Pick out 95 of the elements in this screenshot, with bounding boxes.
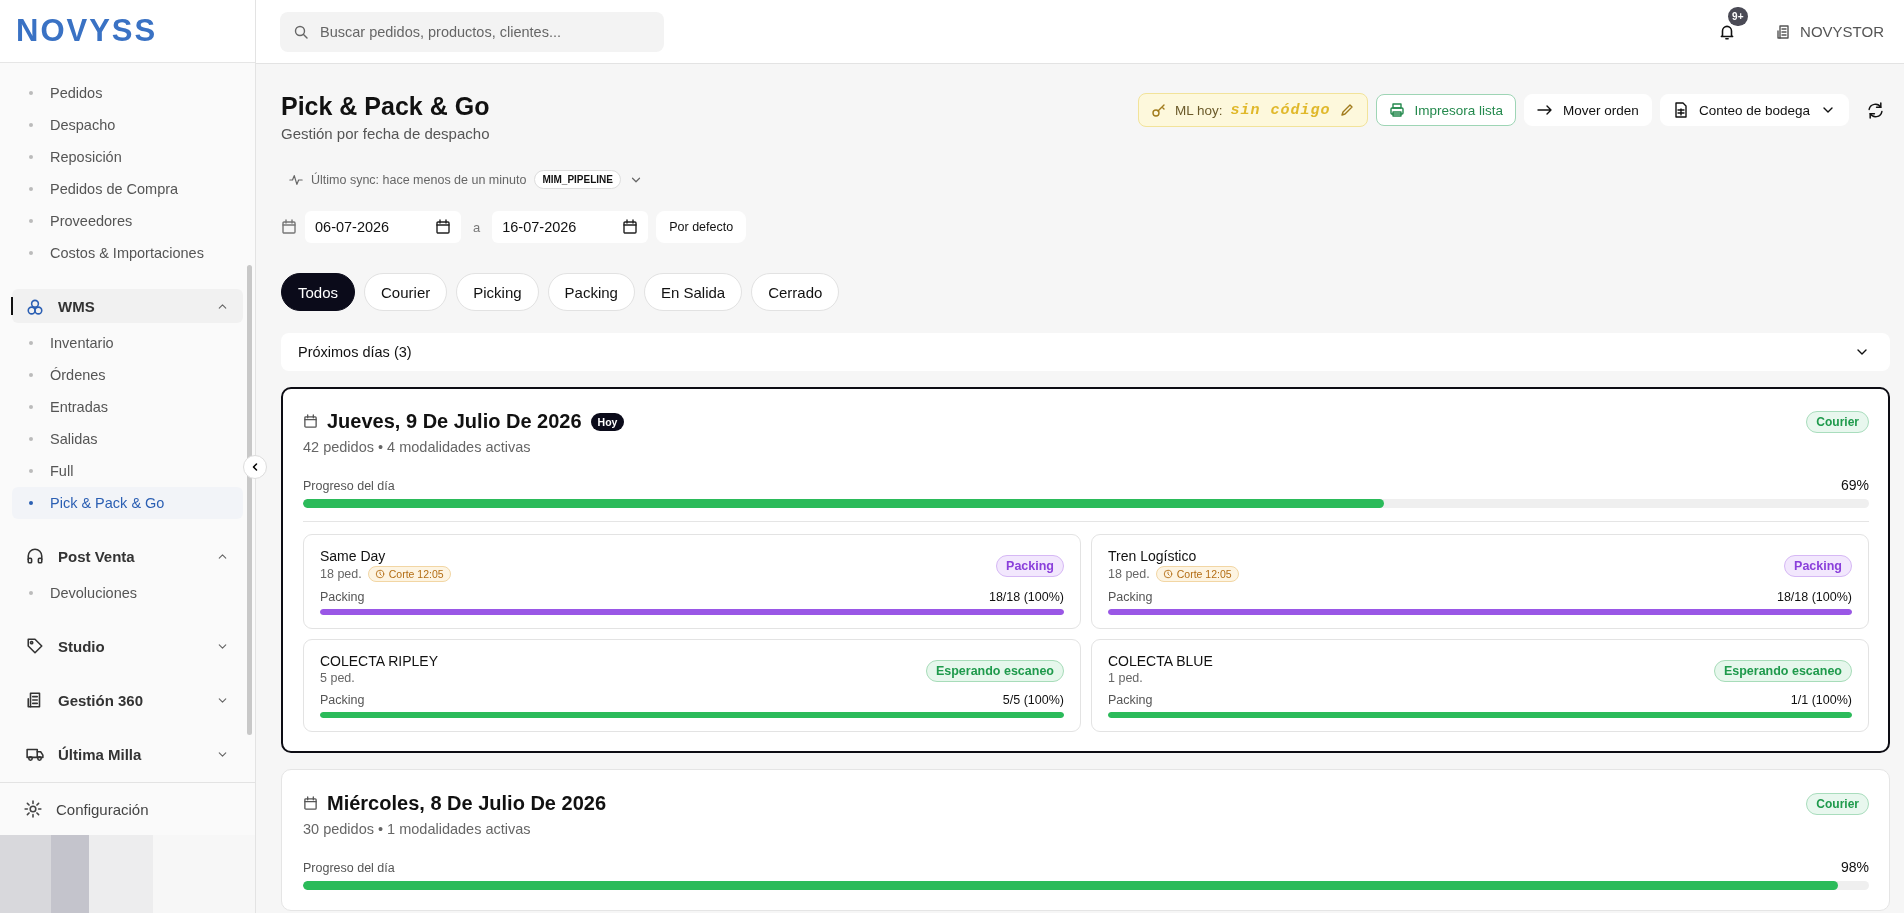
stage-count: 18/18 (100%): [1776, 590, 1852, 604]
settings-icon: [24, 800, 42, 818]
status-badge: Esperando escaneo: [1713, 660, 1852, 682]
progress-percent: 98%: [1840, 859, 1869, 875]
default-button[interactable]: Por defecto: [656, 211, 747, 243]
modality-name: COLECTA RIPLEY: [320, 653, 438, 669]
date-separator: a: [473, 219, 481, 235]
sidebar-item[interactable]: Despacho: [12, 109, 243, 141]
clock-icon: [374, 569, 385, 579]
ml-code-value: sin código: [1230, 101, 1331, 119]
date-from-field[interactable]: 06-07-2026: [305, 211, 461, 243]
collapse-button[interactable]: [243, 455, 267, 479]
notification-badge: 9+: [1728, 6, 1748, 26]
stage-label: Packing: [1108, 590, 1153, 604]
stage-label: Packing: [320, 590, 365, 604]
ml-code-button[interactable]: ML hoy: sin código: [1138, 93, 1368, 127]
sync-status: Último sync: hace menos de un minuto: [311, 172, 527, 187]
modality-name: COLECTA BLUE: [1108, 653, 1213, 669]
search-icon: [293, 23, 309, 40]
courier-badge: Courier: [1806, 792, 1869, 815]
sidebar-group[interactable]: Última Milla: [12, 737, 243, 771]
day-title: Jueves, 9 De Julio De 2026: [327, 410, 582, 433]
status-badge: Packing: [996, 555, 1064, 577]
printer-button[interactable]: Impresora lista: [1375, 94, 1517, 126]
cutoff-badge: Corte 12:05: [1155, 566, 1239, 582]
calendar-icon: [303, 414, 318, 429]
document-icon: [1672, 102, 1689, 118]
printer-icon: [1388, 102, 1405, 118]
progress-label: Progreso del día: [303, 861, 395, 875]
account-button[interactable]: NOVYSTOR: [1776, 23, 1884, 40]
order-count: 18 ped.: [1108, 567, 1150, 581]
warehouse-count-dropdown[interactable]: Conteo de bodega: [1659, 94, 1849, 126]
stage-count: 5/5 (100%): [1002, 693, 1064, 707]
day-title: Miércoles, 8 De Julio De 2026: [327, 792, 607, 815]
sidebar-item[interactable]: Pedidos: [12, 77, 243, 109]
cutoff-badge: Corte 12:05: [367, 566, 451, 582]
progress-label: Progreso del día: [303, 479, 395, 493]
calendar-icon: [622, 219, 639, 235]
pipeline-tag: MIM_PIPELINE: [534, 170, 621, 189]
filter-chip[interactable]: En Salida: [643, 273, 743, 311]
filter-chip[interactable]: Courier: [364, 273, 448, 311]
calendar-icon: [303, 796, 318, 811]
upcoming-days-toggle[interactable]: Próximos días (3): [281, 333, 1890, 371]
order-count: 1 ped.: [1108, 671, 1143, 685]
move-order-button[interactable]: Mover orden: [1524, 94, 1652, 126]
order-count: 18 ped.: [320, 567, 362, 581]
ml-label: ML hoy:: [1175, 102, 1223, 118]
sidebar-item[interactable]: Pick & Pack & Go: [12, 487, 243, 519]
sidebar-item[interactable]: Devoluciones: [12, 577, 243, 609]
sidebar-item[interactable]: Pedidos de Compra: [12, 173, 243, 205]
stage-label: Packing: [320, 693, 365, 707]
day-summary: 30 pedidos • 1 modalidades activas: [303, 821, 532, 837]
modality-name: Tren Logístico: [1108, 548, 1198, 564]
modality-name: Same Day: [320, 548, 387, 564]
pencil-icon: [1338, 102, 1355, 118]
sidebar-item[interactable]: Órdenes: [12, 359, 243, 391]
sidebar-group[interactable]: Studio: [12, 629, 243, 663]
stage-count: 1/1 (100%): [1790, 693, 1852, 707]
filter-chip[interactable]: Packing: [547, 273, 635, 311]
headphones-icon: [26, 547, 44, 565]
calendar-icon: [281, 219, 297, 235]
status-badge: Packing: [1784, 555, 1852, 577]
sidebar-item[interactable]: Full: [12, 455, 243, 487]
sidebar-item[interactable]: Salidas: [12, 423, 243, 455]
sidebar-item[interactable]: Costos & Importaciones: [12, 237, 243, 269]
filter-chip[interactable]: Cerrado: [751, 273, 840, 311]
clock-icon: [1162, 569, 1173, 579]
scrollbar-thumb[interactable]: [247, 265, 252, 735]
page-title: Pick & Pack & Go: [281, 92, 490, 121]
tag-icon: [26, 637, 44, 655]
sidebar-item[interactable]: Proveedores: [12, 205, 243, 237]
courier-badge: Courier: [1806, 410, 1869, 433]
page-subtitle: Gestión por fecha de despacho: [281, 125, 490, 142]
sidebar-group[interactable]: WMS: [12, 289, 243, 323]
sidebar-group[interactable]: Post Venta: [12, 539, 243, 573]
status-badge: Esperando escaneo: [925, 660, 1064, 682]
filter-chip[interactable]: Picking: [456, 273, 539, 311]
stage-label: Packing: [1108, 693, 1153, 707]
date-to-field[interactable]: 16-07-2026: [492, 211, 649, 243]
today-badge: Hoy: [590, 412, 625, 431]
sidebar-item[interactable]: Entradas: [12, 391, 243, 423]
brand-logo: NOVYSS: [16, 13, 158, 49]
sidebar-group[interactable]: Gestión 360: [12, 683, 243, 717]
activity-icon: [289, 172, 303, 187]
filter-chip[interactable]: Todos: [281, 273, 356, 311]
stage-count: 18/18 (100%): [988, 590, 1064, 604]
progress-percent: 69%: [1840, 477, 1869, 493]
calendar-icon: [435, 219, 451, 235]
search-field[interactable]: Buscar pedidos, productos, clientes...: [280, 11, 664, 52]
key-icon: [1151, 102, 1167, 118]
refresh-icon[interactable]: [1867, 101, 1884, 119]
sidebar-item[interactable]: Inventario: [12, 327, 243, 359]
order-count: 5 ped.: [320, 671, 355, 685]
sidebar-item[interactable]: Reposición: [12, 141, 243, 173]
day-summary: 42 pedidos • 4 modalidades activas: [303, 439, 532, 455]
